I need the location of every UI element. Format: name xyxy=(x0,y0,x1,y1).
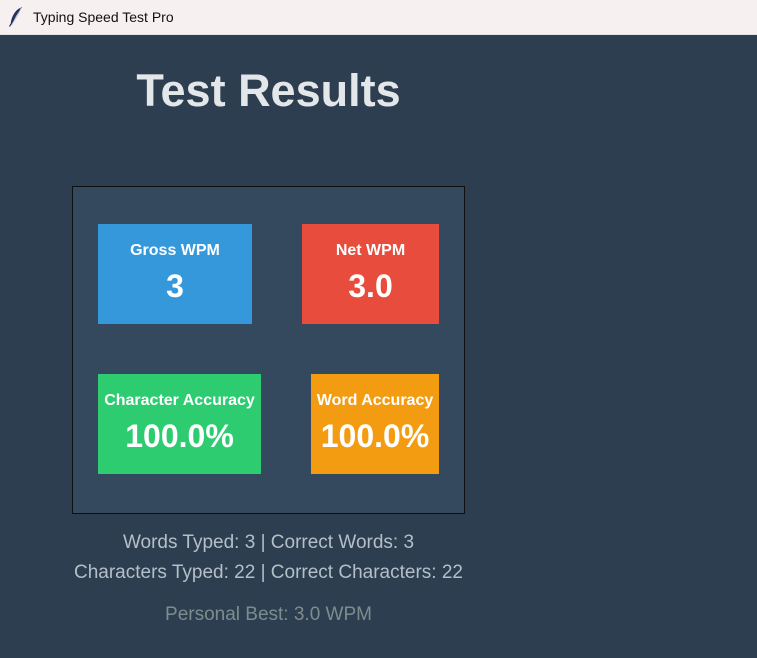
character-accuracy-card: Character Accuracy 100.0% xyxy=(98,374,261,474)
net-wpm-value: 3.0 xyxy=(348,268,393,304)
gross-wpm-label: Gross WPM xyxy=(130,242,220,259)
stats-panel: Gross WPM 3 Net WPM 3.0 Character Accura… xyxy=(72,186,465,514)
words-summary: Words Typed: 3 | Correct Words: 3 xyxy=(122,532,415,553)
page-title: Test Results xyxy=(136,65,401,116)
net-wpm-card: Net WPM 3.0 xyxy=(302,224,439,324)
character-accuracy-label: Character Accuracy xyxy=(104,392,255,409)
personal-best: Personal Best: 3.0 WPM xyxy=(165,604,372,625)
character-accuracy-value: 100.0% xyxy=(125,418,234,454)
characters-summary: Characters Typed: 22 | Correct Character… xyxy=(74,562,463,583)
window-title: Typing Speed Test Pro xyxy=(33,9,174,25)
word-accuracy-label: Word Accuracy xyxy=(316,392,434,409)
word-accuracy-value: 100.0% xyxy=(320,418,430,454)
window-titlebar: Typing Speed Test Pro xyxy=(0,0,757,35)
feather-icon xyxy=(8,7,24,27)
gross-wpm-card: Gross WPM 3 xyxy=(98,224,252,324)
gross-wpm-value: 3 xyxy=(166,268,184,304)
net-wpm-label: Net WPM xyxy=(335,242,406,259)
word-accuracy-card: Word Accuracy 100.0% xyxy=(311,374,439,474)
